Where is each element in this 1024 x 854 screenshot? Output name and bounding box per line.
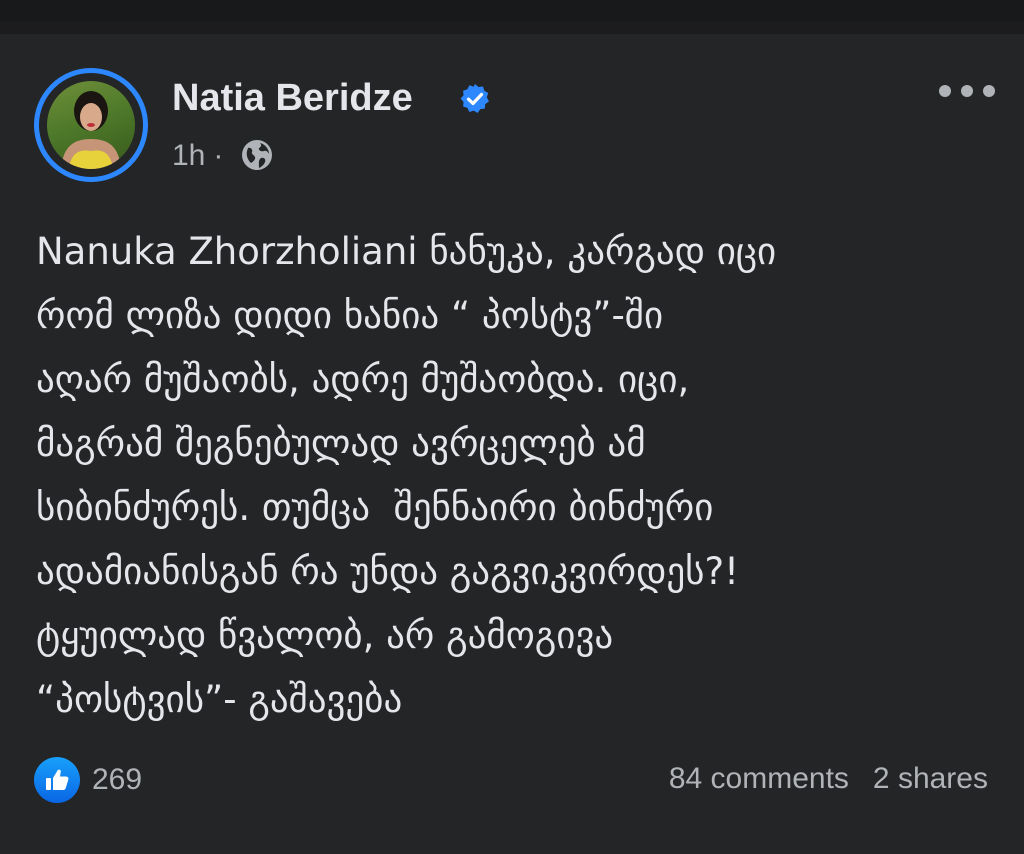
avatar-photo <box>47 81 135 169</box>
post-meta: 1h · <box>172 136 231 176</box>
post-text: Nanuka Zhorzholiani ნანუკა, კარგად იცი რ… <box>36 230 777 721</box>
globe-icon[interactable] <box>240 138 274 172</box>
author-name[interactable]: Natia Beridze <box>172 76 413 120</box>
top-divider <box>0 0 1024 22</box>
engagement-counts: 84 comments 2 shares <box>669 762 988 796</box>
more-options-icon[interactable] <box>934 78 1000 104</box>
author-avatar[interactable] <box>34 68 148 182</box>
reactions-summary[interactable]: 269 <box>34 756 142 804</box>
like-icon <box>34 757 80 803</box>
shares-count[interactable]: 2 shares <box>873 762 988 796</box>
meta-separator: · <box>213 139 224 172</box>
reaction-count: 269 <box>92 763 143 796</box>
post-time[interactable]: 1h <box>172 139 205 172</box>
post-card: Natia Beridze 1h · Nanuka Zhorzholiani ნა… <box>0 34 1024 854</box>
verified-badge-icon <box>460 84 489 113</box>
comments-count[interactable]: 84 comments <box>669 762 849 796</box>
